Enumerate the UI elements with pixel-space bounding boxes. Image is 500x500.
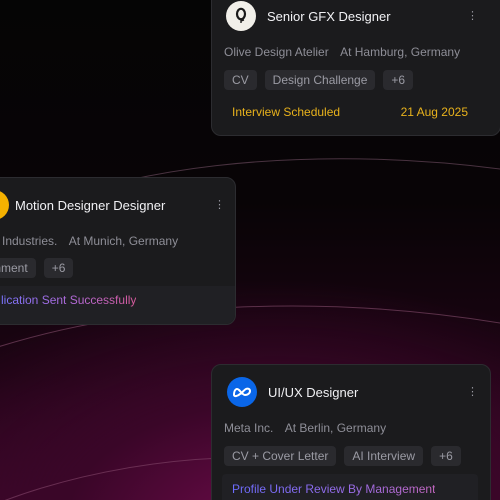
card-footer: lication Sent Successfully [1, 293, 136, 307]
card-header: Senior GFX Designer [226, 1, 391, 31]
tag-more-count[interactable]: +6 [383, 70, 414, 90]
meta-logo-icon [227, 377, 257, 407]
status-text: Interview Scheduled [232, 105, 341, 119]
tag-cv-cover-letter: CV + Cover Letter [224, 446, 337, 466]
card-footer: Interview Scheduled 21 Aug 2025 [232, 105, 468, 119]
job-card-motion-designer[interactable]: Motion Designer Designer ⋮ Industries. A… [0, 177, 236, 325]
tag-assignment: ignment [0, 258, 36, 278]
card-footer: Profile Under Review By Management [232, 482, 435, 496]
job-card-senior-gfx[interactable]: Senior GFX Designer ⋮ Olive Design Ateli… [211, 0, 500, 136]
company-name: Industries. [2, 234, 58, 248]
olive-logo-icon [226, 1, 256, 31]
card-header: Motion Designer Designer [0, 190, 165, 220]
company-name: Olive Design Atelier [224, 45, 329, 59]
company-name: Meta Inc. [224, 421, 274, 435]
tag-design-challenge: Design Challenge [264, 70, 376, 90]
status-text: Profile Under Review By Management [232, 482, 436, 496]
tag-list: ignment +6 [0, 258, 74, 278]
more-options-icon[interactable]: ⋮ [467, 387, 478, 398]
company-location: Meta Inc. At Berlin, Germany [224, 421, 386, 435]
status-text: lication Sent Successfully [1, 293, 137, 307]
tag-list: CV Design Challenge +6 [224, 70, 414, 90]
tag-ai-interview: AI Interview [344, 446, 424, 466]
company-location: Olive Design Atelier At Hamburg, Germany [224, 45, 460, 59]
job-title: UI/UX Designer [268, 384, 359, 400]
tag-more-count[interactable]: +6 [431, 446, 461, 466]
tag-more-count[interactable]: +6 [43, 258, 74, 278]
status-date: 21 Aug 2025 [400, 105, 468, 119]
more-options-icon[interactable]: ⋮ [214, 200, 225, 211]
orange-circle-logo-icon [0, 190, 9, 220]
card-header: UI/UX Designer [227, 377, 358, 407]
location: At Berlin, Germany [284, 421, 387, 435]
company-location: Industries. At Munich, Germany [2, 234, 178, 248]
job-title: Motion Designer Designer [15, 197, 166, 213]
location: At Hamburg, Germany [340, 45, 461, 59]
job-card-ui-ux[interactable]: UI/UX Designer ⋮ Meta Inc. At Berlin, Ge… [211, 364, 491, 500]
tag-cv: CV [224, 70, 257, 90]
job-title: Senior GFX Designer [267, 8, 391, 24]
tag-list: CV + Cover Letter AI Interview +6 [224, 446, 461, 466]
more-options-icon[interactable]: ⋮ [467, 11, 478, 22]
location: At Munich, Germany [68, 234, 179, 248]
